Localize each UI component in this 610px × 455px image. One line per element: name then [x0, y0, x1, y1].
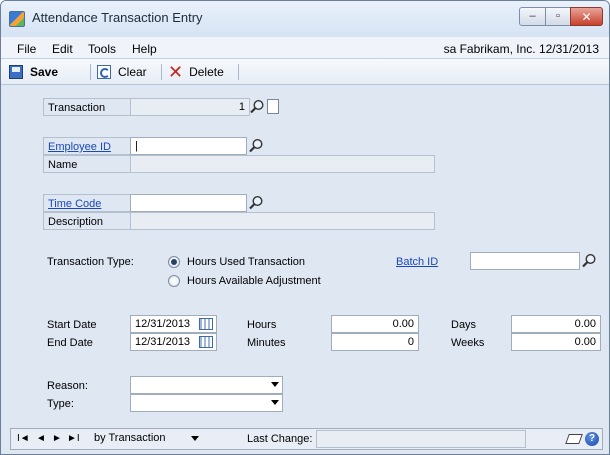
- next-record-button[interactable]: ►: [52, 433, 62, 444]
- reason-select[interactable]: [130, 376, 283, 394]
- close-icon: ✕: [581, 9, 592, 24]
- time-code-lookup-icon[interactable]: [247, 194, 265, 212]
- batch-id-link[interactable]: Batch ID: [396, 256, 438, 268]
- toolbar-separator: [161, 64, 162, 80]
- days-label: Days: [451, 319, 477, 331]
- batch-lookup-icon[interactable]: [580, 252, 598, 270]
- type-select[interactable]: [130, 394, 283, 412]
- days-input[interactable]: 0.00: [511, 315, 601, 333]
- hours-input[interactable]: 0.00: [331, 315, 419, 333]
- minutes-input[interactable]: 0: [331, 333, 419, 351]
- description-field: [130, 212, 435, 230]
- save-label: Save: [30, 65, 59, 79]
- menu-bar: File Edit Tools Help sa Fabrikam, Inc. 1…: [1, 37, 609, 59]
- toolbar-separator: [238, 64, 239, 80]
- delete-icon: ✕: [168, 62, 184, 82]
- description-label-text: Description: [48, 216, 104, 228]
- maximize-icon: ▫: [556, 10, 560, 22]
- employee-id-input[interactable]: |: [130, 137, 247, 155]
- name-field: [130, 155, 435, 173]
- last-change-field: [316, 430, 526, 448]
- transaction-type-label: Transaction Type:: [47, 256, 134, 268]
- status-bar: I◄ ◄ ► ►I by Transaction Last Change: ?: [1, 422, 609, 454]
- toolbar: Save Clear ✕ Delete: [1, 59, 609, 85]
- chevron-down-icon: [271, 400, 279, 405]
- employee-id-link[interactable]: Employee ID: [48, 141, 111, 153]
- time-code-link[interactable]: Time Code: [48, 198, 101, 210]
- time-code-input[interactable]: [130, 194, 247, 212]
- employee-lookup-icon[interactable]: [247, 137, 265, 155]
- batch-id-input[interactable]: [470, 252, 580, 270]
- maximize-button[interactable]: ▫: [545, 7, 571, 26]
- save-icon: [9, 65, 23, 79]
- radio-hours-used[interactable]: [168, 256, 180, 268]
- last-record-button[interactable]: ►I: [67, 433, 80, 444]
- start-date-label: Start Date: [47, 319, 97, 331]
- window-title: Attendance Transaction Entry: [32, 10, 203, 25]
- calendar-icon[interactable]: [199, 318, 213, 330]
- sort-order-value: by Transaction: [94, 432, 166, 444]
- delete-button[interactable]: ✕ Delete: [168, 63, 224, 81]
- window: Attendance Transaction Entry – ▫ ✕ File …: [0, 0, 610, 455]
- end-date-value: 12/31/2013: [135, 336, 191, 348]
- reason-label: Reason:: [47, 380, 88, 392]
- start-date-input[interactable]: 12/31/2013: [130, 315, 217, 333]
- calendar-icon[interactable]: [199, 336, 213, 348]
- clear-label: Clear: [118, 65, 147, 79]
- minimize-icon: –: [529, 10, 536, 22]
- note-icon[interactable]: [565, 434, 583, 444]
- type-label: Type:: [47, 398, 74, 410]
- menu-edit[interactable]: Edit: [52, 42, 73, 56]
- company-context: sa Fabrikam, Inc. 12/31/2013: [443, 42, 599, 56]
- chevron-down-icon: [191, 436, 199, 441]
- transaction-label: Transaction: [43, 98, 131, 116]
- description-label: Description: [43, 212, 131, 230]
- clear-icon: [97, 65, 111, 79]
- radio-hours-available[interactable]: [168, 275, 180, 287]
- save-button[interactable]: Save: [9, 63, 58, 81]
- end-date-input[interactable]: 12/31/2013: [130, 333, 217, 351]
- help-icon[interactable]: ?: [585, 432, 599, 446]
- hours-label: Hours: [247, 319, 277, 331]
- form-area: Transaction 1 Employee ID | Name Time Co…: [1, 86, 609, 421]
- last-change-label: Last Change:: [247, 433, 313, 445]
- delete-label: Delete: [189, 65, 224, 79]
- start-date-value: 12/31/2013: [135, 318, 191, 330]
- weeks-input[interactable]: 0.00: [511, 333, 601, 351]
- transaction-label-text: Transaction: [48, 102, 106, 114]
- minutes-label: Minutes: [247, 337, 286, 349]
- title-bar: Attendance Transaction Entry – ▫ ✕: [1, 1, 609, 37]
- employee-id-label: Employee ID: [43, 137, 131, 155]
- radio-hours-used-label[interactable]: Hours Used Transaction: [187, 256, 305, 268]
- menu-tools[interactable]: Tools: [88, 42, 116, 56]
- radio-hours-available-label[interactable]: Hours Available Adjustment: [187, 275, 321, 287]
- transaction-lookup-icon[interactable]: [248, 98, 266, 116]
- transaction-field[interactable]: 1: [130, 98, 250, 116]
- time-code-label: Time Code: [43, 194, 131, 212]
- clear-button[interactable]: Clear: [97, 63, 147, 81]
- navigation-bar: I◄ ◄ ► ►I by Transaction Last Change: ?: [10, 428, 603, 450]
- app-icon: [9, 11, 25, 27]
- weeks-label: Weeks: [451, 337, 485, 349]
- end-date-label: End Date: [47, 337, 93, 349]
- note-icon[interactable]: [267, 99, 279, 114]
- first-record-button[interactable]: I◄: [17, 433, 30, 444]
- sort-order-select[interactable]: by Transaction: [91, 431, 203, 447]
- name-label: Name: [43, 155, 131, 173]
- close-button[interactable]: ✕: [570, 7, 603, 26]
- toolbar-separator: [90, 64, 91, 80]
- name-label-text: Name: [48, 159, 78, 171]
- menu-file[interactable]: File: [17, 42, 36, 56]
- previous-record-button[interactable]: ◄: [36, 433, 46, 444]
- minimize-button[interactable]: –: [519, 7, 546, 26]
- chevron-down-icon: [271, 382, 279, 387]
- menu-help[interactable]: Help: [132, 42, 157, 56]
